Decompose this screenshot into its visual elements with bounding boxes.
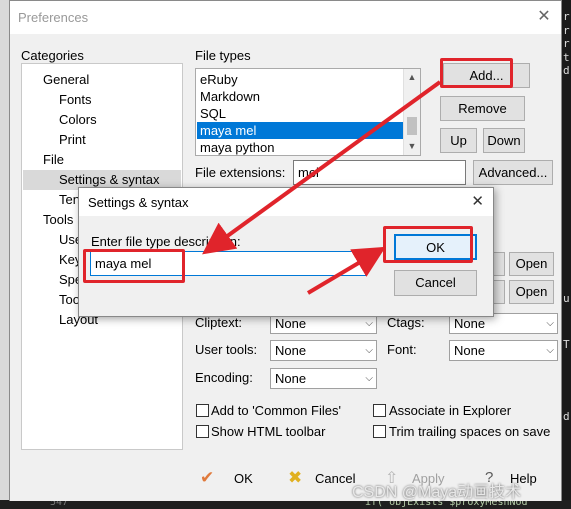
up-button[interactable]: Up: [440, 128, 477, 153]
window-title: Preferences: [18, 10, 89, 25]
add-common-label: Add to 'Common Files': [211, 403, 341, 418]
tree-item-fonts[interactable]: Fonts: [59, 92, 92, 107]
open-button-1[interactable]: Open: [509, 252, 554, 276]
associate-checkbox[interactable]: [373, 404, 386, 417]
list-scrollbar[interactable]: ▲ ▼: [403, 69, 420, 155]
advanced-button[interactable]: Advanced...: [473, 160, 553, 185]
encoding-value: None: [275, 371, 307, 386]
code-fragment: t: [563, 51, 570, 64]
code-fragment: r: [563, 24, 570, 37]
encoding-label: Encoding:: [195, 370, 253, 385]
file-types-label: File types: [195, 48, 251, 63]
close-icon[interactable]: ✕: [471, 192, 484, 210]
input-highlight: [83, 249, 185, 283]
title-bar: Preferences ✕: [10, 1, 561, 34]
watermark-text: CSDN @Maya动画技术: [352, 484, 522, 501]
add-common-checkbox[interactable]: [196, 404, 209, 417]
show-html-checkbox[interactable]: [196, 425, 209, 438]
user-tools-value: None: [275, 343, 307, 358]
tree-item-print[interactable]: Print: [59, 132, 86, 147]
show-html-label: Show HTML toolbar: [211, 424, 326, 439]
open-button-2[interactable]: Open: [509, 280, 554, 304]
ctags-value: None: [454, 316, 486, 331]
user-tools-select[interactable]: None ⌵: [270, 340, 377, 361]
down-button[interactable]: Down: [483, 128, 525, 153]
font-label: Font:: [387, 342, 417, 357]
code-fragment: r: [563, 10, 570, 23]
add-highlight: [440, 58, 513, 88]
ctags-label: Ctags:: [387, 315, 425, 330]
file-extensions-label: File extensions:: [195, 165, 286, 180]
ok-highlight: [383, 226, 473, 263]
check-icon: ✔: [200, 468, 215, 487]
chevron-down-icon: ⌵: [365, 373, 373, 384]
encoding-select[interactable]: None ⌵: [270, 368, 377, 389]
font-value: None: [454, 343, 486, 358]
code-fragment: d: [563, 64, 570, 77]
tree-item-toolbar[interactable]: Too: [59, 292, 80, 307]
scroll-thumb[interactable]: [407, 117, 417, 135]
trim-checkbox[interactable]: [373, 425, 386, 438]
code-fragment: r: [563, 37, 570, 50]
scroll-down-icon[interactable]: ▼: [404, 138, 420, 155]
chevron-down-icon: ⌵: [546, 345, 554, 356]
tree-item-general[interactable]: General: [43, 72, 89, 87]
code-fragment: u: [563, 292, 570, 305]
code-fragment: d: [563, 410, 570, 423]
background-code-editor: r r r t d u T d: [562, 0, 571, 509]
remove-button[interactable]: Remove: [440, 96, 525, 121]
dialog-title-bar: Settings & syntax ✕: [79, 188, 493, 216]
line-number: 547: [50, 500, 69, 508]
tree-item-file[interactable]: File: [43, 152, 64, 167]
tree-item-colors[interactable]: Colors: [59, 112, 97, 127]
dialog-title: Settings & syntax: [88, 195, 189, 210]
dialog-cancel-button[interactable]: Cancel: [394, 270, 477, 296]
list-item[interactable]: SQL: [197, 105, 404, 122]
associate-label: Associate in Explorer: [389, 403, 512, 418]
cliptext-value: None: [275, 316, 307, 331]
categories-label: Categories: [21, 48, 84, 63]
chevron-down-icon: ⌵: [546, 318, 554, 329]
cliptext-label: Cliptext:: [195, 315, 242, 330]
cancel-button[interactable]: Cancel: [315, 471, 355, 486]
ok-button[interactable]: OK: [234, 471, 253, 486]
cancel-icon: ✖: [288, 468, 303, 487]
list-item[interactable]: maya python: [197, 139, 404, 155]
chevron-down-icon: ⌵: [365, 345, 373, 356]
code-fragment: T: [563, 338, 570, 351]
list-item-selected[interactable]: maya mel: [197, 122, 404, 139]
tree-item-templates[interactable]: Ten: [59, 192, 80, 207]
tree-item-tools[interactable]: Tools: [43, 212, 73, 227]
trim-label: Trim trailing spaces on save: [389, 424, 551, 439]
file-types-list[interactable]: eRuby Markdown SQL maya mel maya python …: [195, 68, 421, 156]
list-item[interactable]: eRuby: [197, 71, 404, 88]
user-tools-label: User tools:: [195, 342, 258, 357]
scroll-up-icon[interactable]: ▲: [404, 69, 420, 86]
close-icon[interactable]: ✕: [533, 6, 555, 28]
list-item[interactable]: Markdown: [197, 88, 404, 105]
description-prompt: Enter file type description:: [91, 234, 241, 249]
font-select[interactable]: None ⌵: [449, 340, 558, 361]
file-extensions-field[interactable]: mel: [293, 160, 466, 185]
